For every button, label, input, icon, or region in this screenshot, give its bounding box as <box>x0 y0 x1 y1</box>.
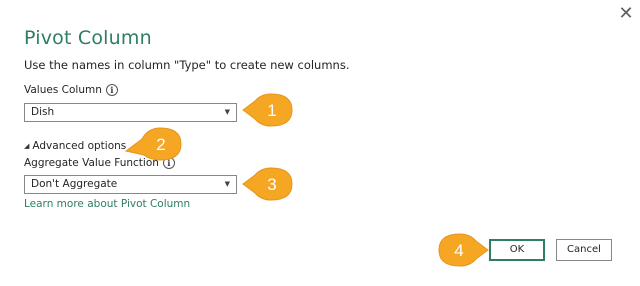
ok-button[interactable]: OK <box>489 239 545 261</box>
learn-more-link[interactable]: Learn more about Pivot Column <box>24 198 190 210</box>
values-column-value: Dish <box>31 106 55 118</box>
callout-3-number: 3 <box>267 175 276 194</box>
triangle-expand-icon: ◢ <box>24 142 30 150</box>
chevron-down-icon: ▼ <box>224 108 230 116</box>
dialog-description: Use the names in column "Type" to create… <box>24 58 350 72</box>
values-column-select[interactable]: Dish ▼ <box>24 103 237 122</box>
values-column-label-text: Values Column <box>24 84 102 96</box>
dialog-title: Pivot Column <box>24 27 152 49</box>
callout-2-number: 2 <box>156 135 165 154</box>
aggregate-function-value: Don't Aggregate <box>31 178 118 190</box>
cancel-button[interactable]: Cancel <box>556 239 612 261</box>
callout-marker-1: 1 <box>241 92 295 128</box>
callout-marker-3: 3 <box>241 166 295 202</box>
aggregate-function-select[interactable]: Don't Aggregate ▼ <box>24 175 237 194</box>
close-icon: ✕ <box>618 3 634 24</box>
callout-1-number: 1 <box>267 101 276 120</box>
callout-marker-2: 2 <box>124 126 184 162</box>
callout-4-number: 4 <box>454 241 463 260</box>
values-column-label: Values Column i <box>24 84 118 96</box>
advanced-options-toggle[interactable]: ◢ Advanced options <box>24 140 126 152</box>
advanced-options-label: Advanced options <box>32 140 127 152</box>
chevron-down-icon: ▼ <box>224 180 230 188</box>
info-icon[interactable]: i <box>105 84 118 96</box>
callout-marker-4: 4 <box>436 232 490 268</box>
close-button[interactable]: ✕ <box>616 4 636 24</box>
